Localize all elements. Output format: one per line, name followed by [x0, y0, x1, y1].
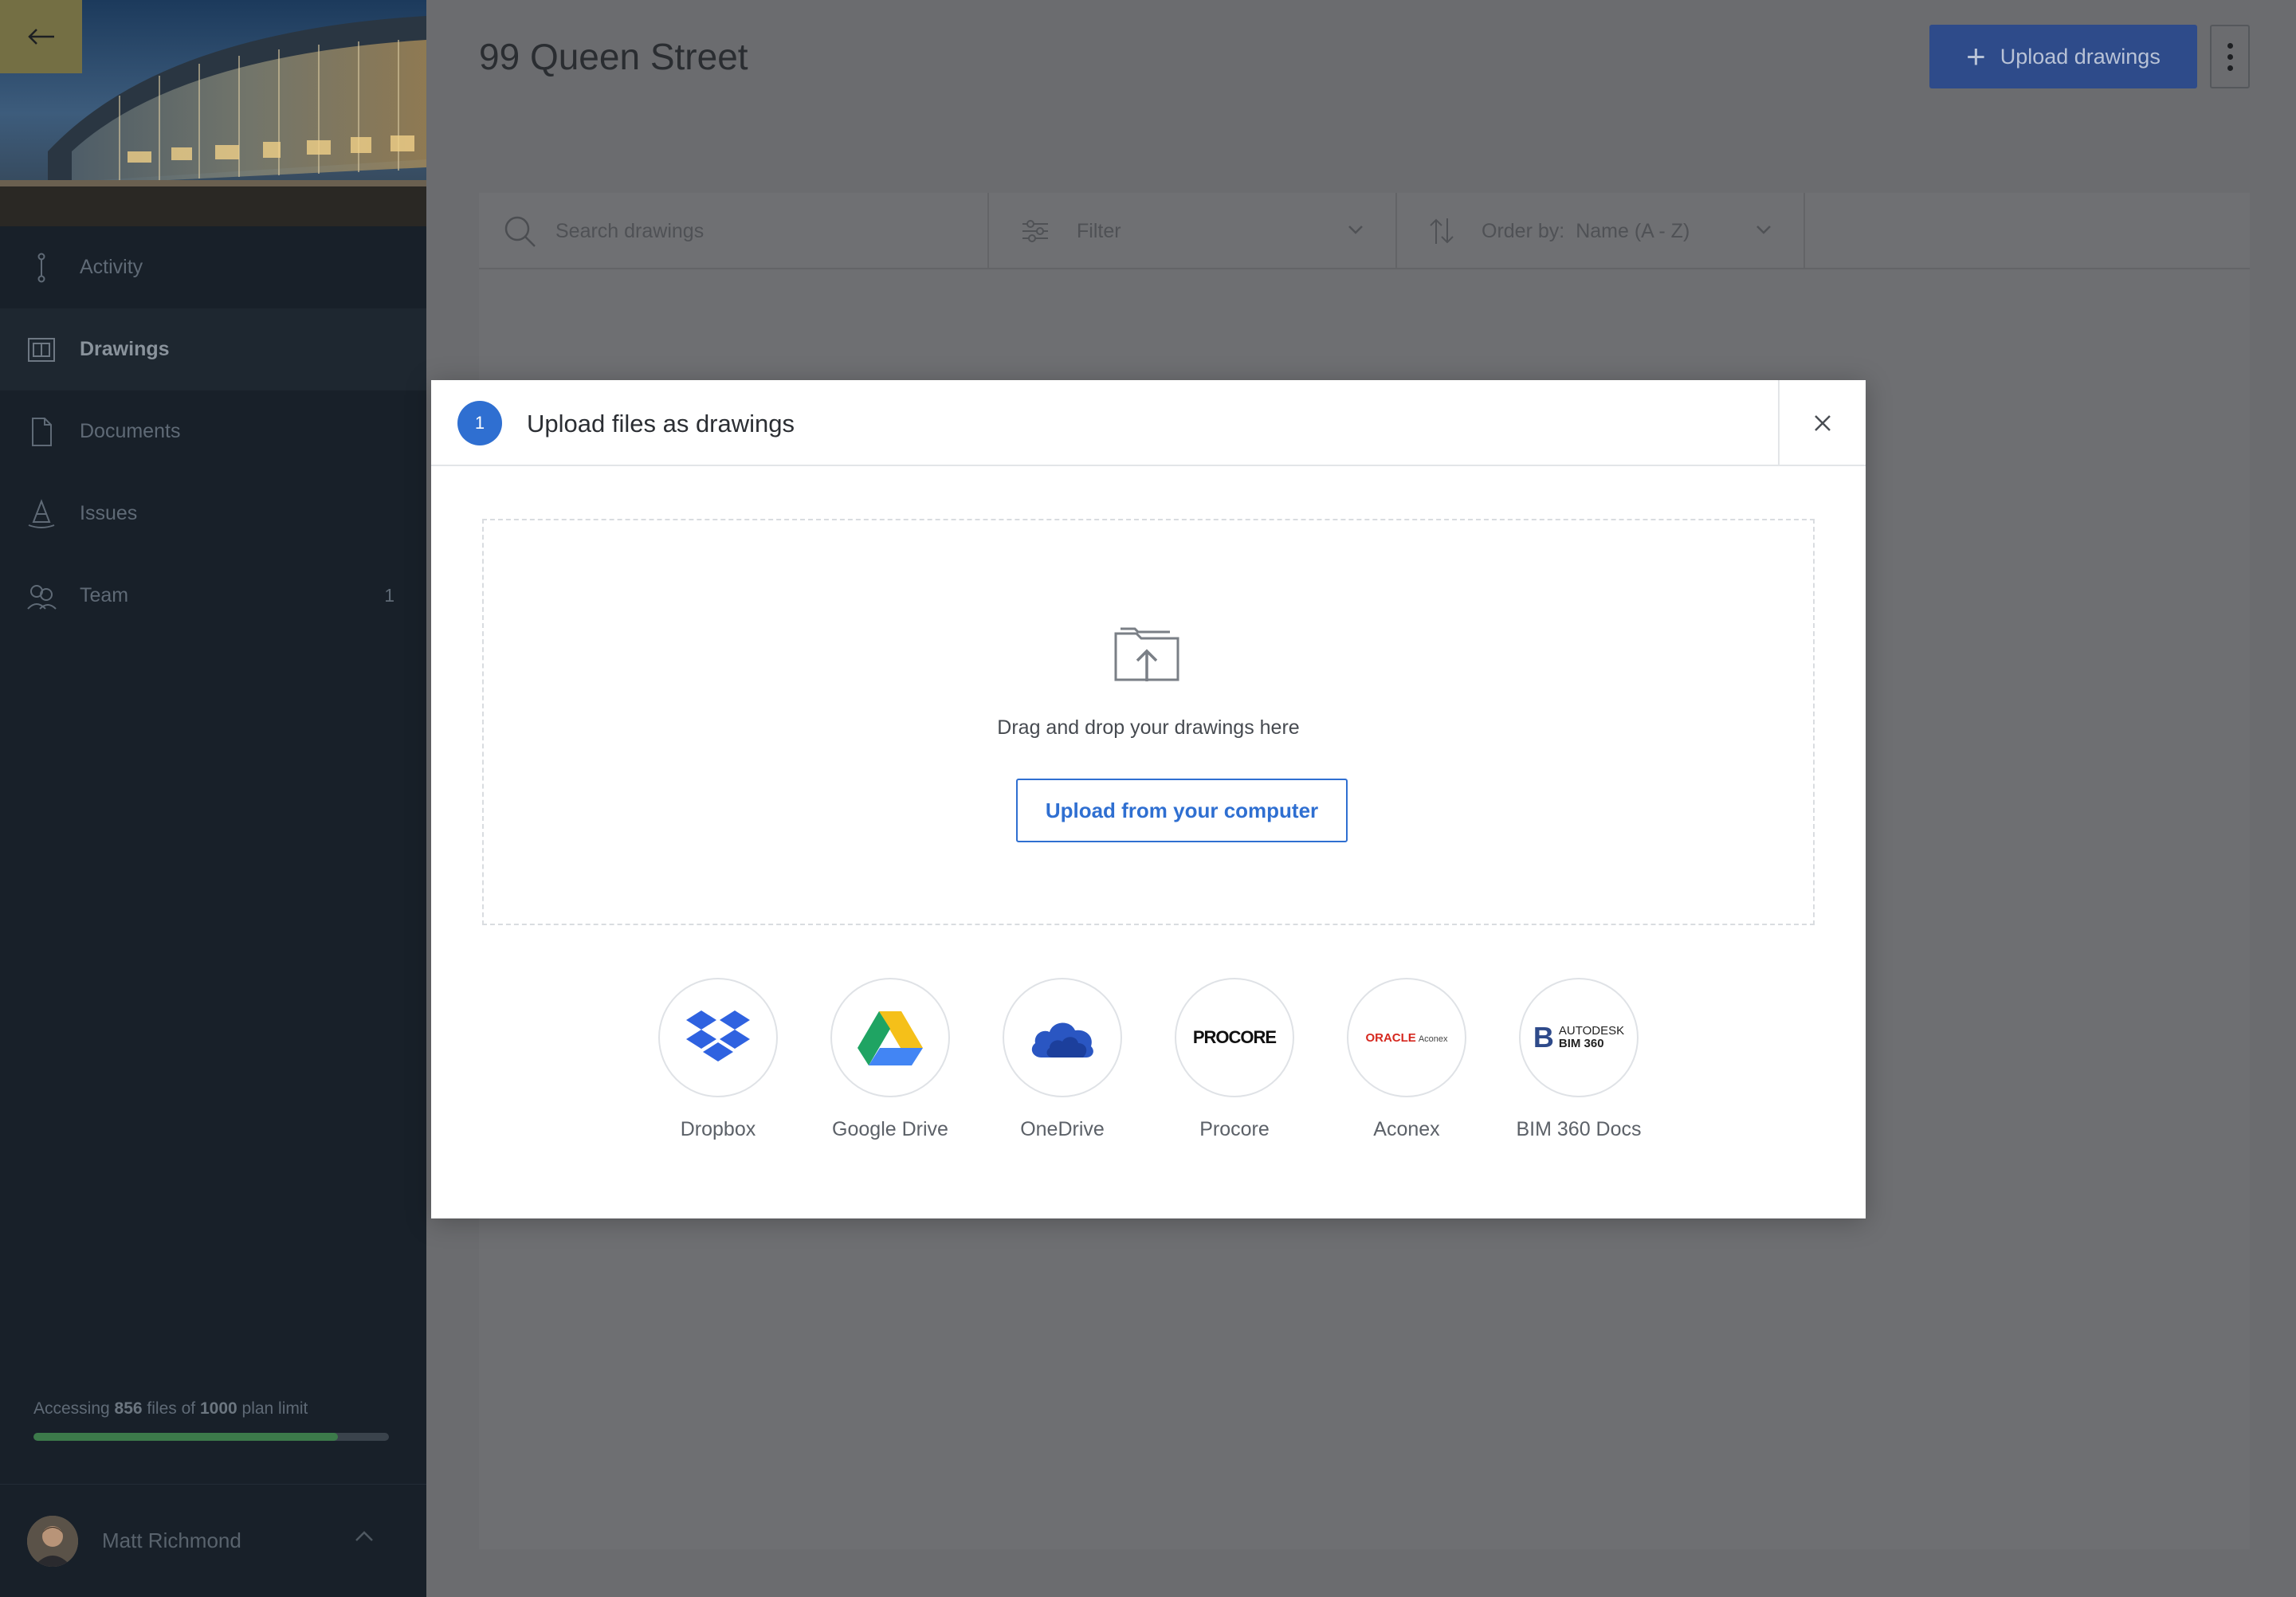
arrow-left-icon — [27, 29, 54, 45]
provider-aconex[interactable]: ORACLE Aconex Aconex — [1347, 978, 1466, 1141]
chevron-down-icon — [1348, 226, 1363, 234]
plan-usage: Accessing 856 files of 1000 plan limit — [33, 1399, 389, 1441]
drop-zone[interactable]: Drag and drop your drawings here Upload … — [482, 519, 1815, 925]
search-icon — [504, 216, 536, 247]
provider-label: OneDrive — [1020, 1118, 1105, 1140]
dropbox-icon — [686, 1010, 750, 1061]
filter-sliders-icon — [1022, 220, 1048, 242]
provider-label: Dropbox — [680, 1118, 756, 1140]
plan-usage-text: Accessing 856 files of 1000 plan limit — [33, 1399, 308, 1418]
provider-procore[interactable]: PROCORE Procore — [1175, 978, 1294, 1141]
chevron-up-icon — [355, 1531, 373, 1541]
order-by-value: Name (A - Z) — [1576, 219, 1690, 242]
step-badge: 1 — [457, 401, 502, 445]
provider-label: BIM 360 Docs — [1516, 1118, 1642, 1140]
user-name: Matt Richmond — [102, 1528, 241, 1552]
folder-upload-icon — [1114, 627, 1179, 681]
provider-dropbox[interactable]: Dropbox — [658, 978, 778, 1141]
documents-icon — [32, 417, 52, 446]
aconex-logo: ORACLE Aconex — [1365, 1030, 1448, 1045]
upload-drawings-button[interactable]: + Upload drawings — [1929, 25, 2197, 88]
chevron-down-icon — [1756, 226, 1771, 234]
project-cover-image — [0, 0, 426, 226]
search-input[interactable] — [555, 219, 970, 243]
order-by-label: Order by: — [1482, 219, 1565, 242]
sidebar-item-team[interactable]: Team 1 — [0, 555, 426, 637]
user-menu[interactable]: Matt Richmond — [0, 1484, 426, 1597]
onedrive-icon — [1031, 1022, 1093, 1057]
sidebar-nav: Activity Drawings Documents Issues Team … — [0, 226, 426, 637]
sidebar-item-activity[interactable]: Activity — [0, 226, 426, 308]
close-icon — [1815, 415, 1831, 431]
issues-icon — [28, 498, 55, 528]
upload-modal: 1 Upload files as drawings Drag and drop… — [431, 380, 1866, 1218]
modal-title: Upload files as drawings — [527, 410, 795, 438]
avatar — [27, 1515, 78, 1567]
provider-label: Procore — [1199, 1118, 1270, 1140]
sidebar-item-label: Documents — [80, 420, 181, 442]
provider-label: Google Drive — [832, 1118, 948, 1140]
team-icon — [27, 584, 57, 610]
drawings-toolbar: Filter Order by: Name (A - Z) — [479, 193, 2250, 269]
google-drive-icon — [858, 1011, 923, 1065]
sort-icon — [1430, 218, 1454, 244]
sidebar-item-label: Team — [80, 584, 129, 606]
sidebar: Activity Drawings Documents Issues Team … — [0, 0, 426, 1597]
upload-from-computer-button[interactable]: Upload from your computer — [1016, 779, 1348, 842]
activity-icon — [37, 253, 45, 282]
search-bar — [479, 193, 989, 269]
back-button[interactable] — [0, 0, 82, 73]
drop-zone-text: Drag and drop your drawings here — [997, 716, 1300, 739]
filter-label: Filter — [1077, 219, 1121, 242]
bim360-logo: B AUTODESK BIM 360 — [1533, 1021, 1625, 1054]
cloud-providers: Dropbox Google Drive OneDrive PROCORE Pr… — [658, 978, 1642, 1141]
provider-bim360[interactable]: B AUTODESK BIM 360 BIM 360 Docs — [1516, 978, 1642, 1141]
more-options-button[interactable] — [2210, 25, 2250, 88]
drawings-icon — [28, 337, 55, 362]
sidebar-item-drawings[interactable]: Drawings — [0, 308, 426, 390]
plan-usage-bar-fill — [33, 1433, 338, 1441]
team-count-badge: 1 — [384, 585, 394, 606]
modal-header: 1 Upload files as drawings — [431, 380, 1866, 466]
sidebar-item-documents[interactable]: Documents — [0, 390, 426, 473]
plan-usage-bar — [33, 1433, 389, 1441]
procore-logo: PROCORE — [1192, 1027, 1277, 1047]
order-by-dropdown[interactable]: Order by: Name (A - Z) — [1397, 193, 1805, 269]
close-button[interactable] — [1778, 380, 1866, 466]
plan-limit-count: 1000 — [199, 1399, 237, 1418]
sidebar-item-label: Drawings — [80, 338, 170, 360]
plus-icon: + — [1966, 37, 1986, 75]
sidebar-item-label: Issues — [80, 502, 138, 524]
sidebar-item-label: Activity — [80, 256, 143, 278]
page-title: 99 Queen Street — [479, 36, 748, 77]
files-used-count: 856 — [114, 1399, 143, 1418]
filter-dropdown[interactable]: Filter — [989, 193, 1397, 269]
more-vertical-icon — [2227, 42, 2233, 49]
provider-google-drive[interactable]: Google Drive — [830, 978, 950, 1141]
upload-drawings-label: Upload drawings — [2000, 44, 2161, 69]
sidebar-item-issues[interactable]: Issues — [0, 473, 426, 555]
provider-label: Aconex — [1373, 1118, 1440, 1140]
provider-onedrive[interactable]: OneDrive — [1003, 978, 1122, 1141]
